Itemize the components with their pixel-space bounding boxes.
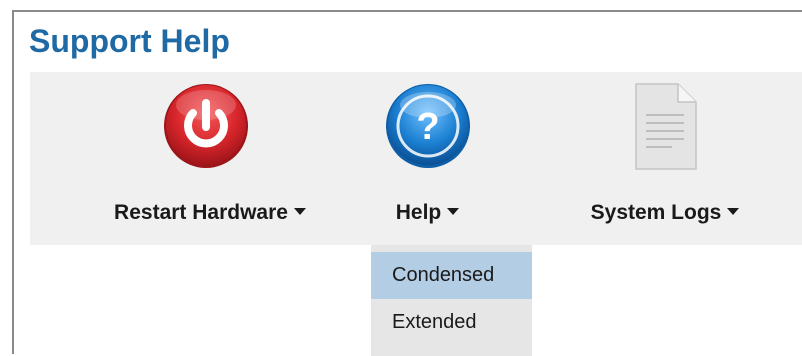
system-logs-button[interactable]: System Logs (565, 72, 765, 245)
menu-item-extended[interactable]: Extended (371, 299, 532, 346)
support-toolbar: Restart Hardware ? Help System Logs (30, 72, 802, 245)
system-logs-label: System Logs (565, 200, 765, 226)
power-icon (161, 81, 251, 171)
chevron-down-icon (293, 207, 306, 215)
menu-item-condensed[interactable]: Condensed (371, 252, 532, 299)
restart-hardware-label: Restart Hardware (90, 200, 330, 226)
chevron-down-icon (447, 207, 460, 215)
help-question-icon: ? (383, 81, 473, 171)
support-help-panel: Support Help Restart Hardware ? Help Sys… (12, 10, 802, 356)
document-icon (620, 81, 710, 171)
help-label: Help (370, 200, 485, 226)
chevron-down-icon (727, 207, 740, 215)
help-button[interactable]: ? Help (370, 72, 485, 245)
help-dropdown-menu: Condensed Extended (371, 245, 532, 356)
restart-hardware-button[interactable]: Restart Hardware (90, 72, 330, 245)
page-title: Support Help (29, 23, 230, 59)
svg-text:?: ? (416, 106, 439, 148)
